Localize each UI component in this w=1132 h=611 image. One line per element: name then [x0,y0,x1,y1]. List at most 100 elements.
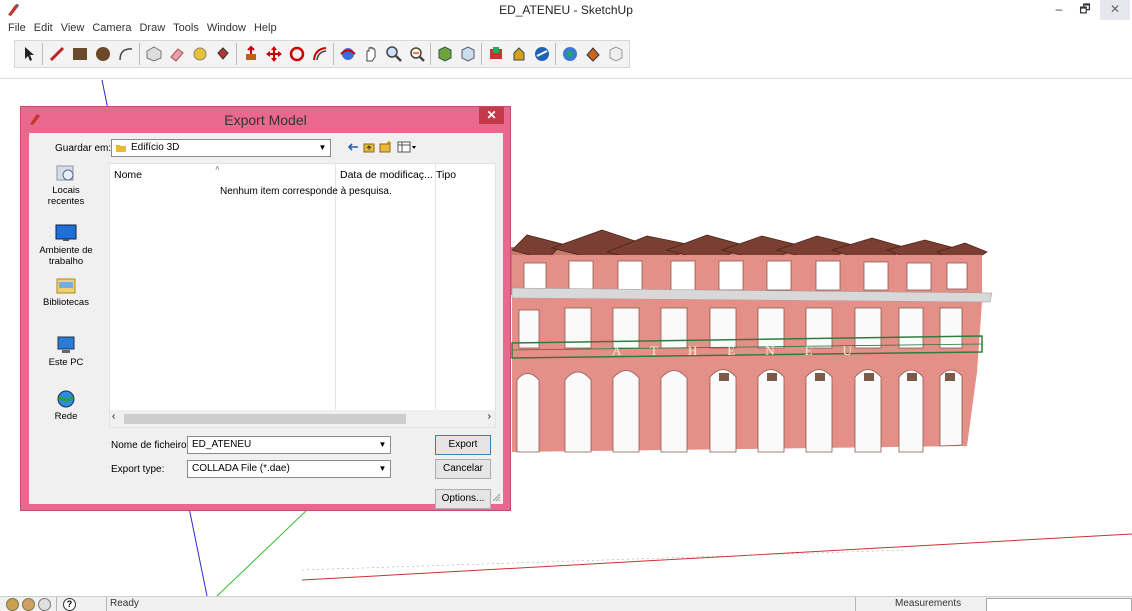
place-label: Locais recentes [47,185,85,207]
toolbar-separator [481,43,482,65]
window-title: ED_ATENEU - SketchUp [499,3,633,17]
menu-edit[interactable]: Edit [30,20,57,37]
column-divider [335,164,336,410]
close-button[interactable]: ✕ [1100,0,1130,20]
scroll-left-icon[interactable]: ‹ [112,411,115,422]
cancel-button[interactable]: Cancelar [435,459,491,479]
place-libraries[interactable]: Bibliotecas [33,275,99,308]
horizontal-scrollbar[interactable]: ‹ › [110,410,495,427]
user-icon[interactable] [38,598,51,611]
get-models-icon[interactable] [484,43,507,65]
place-recent[interactable]: Locais recentes [33,163,99,207]
menu-camera[interactable]: Camera [88,20,135,37]
folder-icon [116,145,126,152]
green-axis-line [216,509,308,596]
status-text: Ready [110,598,139,609]
column-header-date[interactable]: Data de modificaç... [336,164,433,184]
geo-location-icon[interactable] [6,598,19,611]
place-label: Rede [54,411,78,422]
dialog-close-button[interactable]: ✕ [479,107,504,124]
move-icon[interactable] [262,43,285,65]
zoom-extents-icon[interactable] [405,43,428,65]
place-this-pc[interactable]: Este PC [33,335,99,368]
toolbar-separator [333,43,334,65]
toolbar-separator [430,43,431,65]
up-folder-icon[interactable] [363,141,375,153]
offset-icon[interactable] [308,43,331,65]
add-location-icon[interactable] [581,43,604,65]
rectangle-icon[interactable] [68,43,91,65]
computer-icon [57,336,75,353]
share-model-icon[interactable] [456,43,479,65]
recent-places-icon [56,165,74,181]
menu-window[interactable]: Window [203,20,250,37]
place-network[interactable]: Rede [33,389,99,422]
dialog-title-bar[interactable]: Export Model ✕ [21,107,510,132]
places-bar: Locais recentes Ambiente de trabalho Bib… [33,163,99,433]
save-in-label: Guardar em: [55,143,112,154]
menu-help[interactable]: Help [250,20,281,37]
export-type-label: Export type: [111,464,165,475]
resize-grip-icon[interactable] [491,492,501,502]
3d-warehouse-icon[interactable] [433,43,456,65]
select-icon[interactable] [17,43,40,65]
chevron-down-icon: ▼ [376,438,389,452]
eraser-icon[interactable] [165,43,188,65]
export-type-value: COLLADA File (*.dae) [192,463,290,474]
orbit-icon[interactable] [336,43,359,65]
line-icon[interactable] [45,43,68,65]
measurements-label: Measurements [895,598,962,609]
instructor-help-icon[interactable]: ? [63,598,76,611]
dialog-body: Guardar em: Edifício 3D ▼ Locais recente… [29,133,503,509]
rotate-icon[interactable] [285,43,308,65]
extension-warehouse-icon[interactable] [507,43,530,65]
component-icon[interactable] [558,43,581,65]
push-pull-icon[interactable] [239,43,262,65]
zoom-icon[interactable] [382,43,405,65]
make-component-icon[interactable] [142,43,165,65]
credits-icon[interactable] [22,598,35,611]
options-button[interactable]: Options... [435,489,491,509]
libraries-icon [56,278,76,294]
title-bar: ED_ATENEU - SketchUp – 🗗 ✕ [0,0,1132,20]
save-in-value: Edifício 3D [131,142,180,153]
new-folder-icon[interactable] [379,140,392,153]
filename-input[interactable]: ED_ATENEU ▼ [187,436,391,454]
paint-bucket-icon[interactable] [211,43,234,65]
arc-icon[interactable] [114,43,137,65]
maximize-button[interactable]: 🗗 [1072,0,1098,20]
column-header-name[interactable]: Nome [110,164,142,184]
sketchup-window: ED_ATENEU - SketchUp – 🗗 ✕ File Edit Vie… [0,0,1132,611]
circle-icon[interactable] [91,43,114,65]
menu-view[interactable]: View [57,20,89,37]
export-type-select[interactable]: COLLADA File (*.dae) ▼ [187,460,391,478]
toolbar-separator [555,43,556,65]
building-model: ATHENEU [507,229,993,453]
filename-value: ED_ATENEU [192,439,252,450]
menu-draw[interactable]: Draw [135,20,169,37]
menu-file[interactable]: File [4,20,30,37]
tape-measure-icon[interactable] [188,43,211,65]
export-button[interactable]: Export [435,435,491,455]
place-label: Bibliotecas [43,297,89,308]
chevron-down-icon: ▼ [376,462,389,476]
style-icon[interactable] [530,43,553,65]
sort-arrow-icon: ˄ [215,164,220,173]
toolbar-separator [139,43,140,65]
toolbar-strip [14,40,630,68]
minimize-button[interactable]: – [1046,0,1072,20]
file-list[interactable]: Nome ˄ Data de modificaç... Tipo Nenhum … [109,163,496,428]
measurements-input[interactable] [986,598,1132,611]
save-in-dropdown[interactable]: Edifício 3D ▼ [111,139,331,157]
toolbar-separator [42,43,43,65]
menu-tools[interactable]: Tools [169,20,203,37]
scroll-right-icon[interactable]: › [488,411,491,422]
toggle-terrain-icon[interactable] [604,43,627,65]
scrollbar-thumb[interactable] [124,414,406,424]
building-sign-text: ATHENEU [612,343,882,358]
pan-icon[interactable] [359,43,382,65]
export-model-dialog: Export Model ✕ Guardar em: Edifício 3D ▼… [20,106,511,511]
place-desktop[interactable]: Ambiente de trabalho [33,223,99,267]
back-arrow-icon[interactable] [347,141,359,153]
view-menu-icon[interactable] [397,141,417,153]
